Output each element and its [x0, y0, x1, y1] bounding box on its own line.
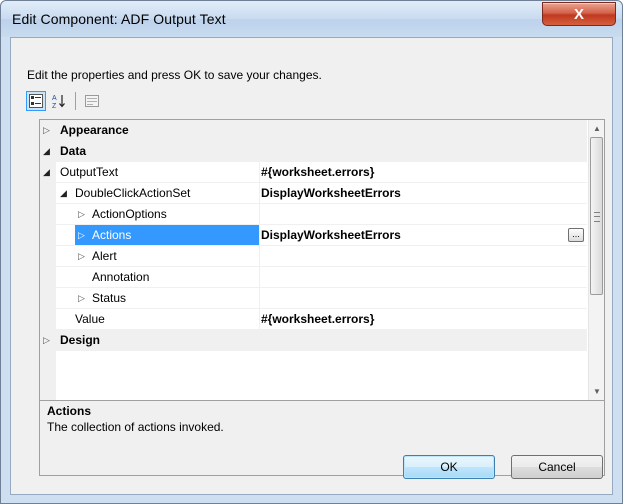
- expanded-icon[interactable]: ◢: [43, 141, 50, 162]
- svg-text:Z: Z: [52, 103, 57, 109]
- property-row[interactable]: Value #{worksheet.errors}: [40, 309, 587, 330]
- category-row[interactable]: ▷ Design: [40, 330, 587, 351]
- expanded-icon[interactable]: ◢: [60, 183, 67, 204]
- property-value[interactable]: DisplayWorksheetErrors: [261, 225, 401, 246]
- property-name: OutputText: [60, 165, 119, 179]
- property-name: Design: [60, 333, 101, 347]
- instruction-text: Edit the properties and press OK to save…: [27, 68, 322, 82]
- categorized-icon: [29, 94, 43, 108]
- help-description: The collection of actions invoked.: [47, 420, 224, 434]
- collapsed-icon[interactable]: ▷: [43, 120, 50, 141]
- title-bar[interactable]: Edit Component: ADF Output Text X: [1, 1, 622, 37]
- property-name: Appearance: [60, 123, 129, 137]
- scroll-up-icon[interactable]: ▲: [589, 120, 604, 137]
- property-row[interactable]: ◢ DoubleClickActionSet DisplayWorksheetErr…: [40, 183, 587, 204]
- property-name: Value: [75, 312, 105, 326]
- category-row[interactable]: ▷ Appearance: [40, 120, 587, 141]
- scroll-down-icon[interactable]: ▼: [589, 383, 604, 400]
- property-row[interactable]: ▷ ActionOptions: [40, 204, 587, 225]
- property-grid: ▷ Appearance ◢ Data ◢ OutputText #{worksheet.e…: [39, 119, 605, 401]
- property-row[interactable]: ▷ Actions DisplayWorksheetErrors...: [40, 225, 587, 246]
- property-value[interactable]: #{worksheet.errors}: [261, 309, 374, 330]
- cancel-button[interactable]: Cancel: [511, 455, 603, 479]
- property-row[interactable]: ◢ OutputText #{worksheet.errors}: [40, 162, 587, 183]
- dialog-client-area: Edit the properties and press OK to save…: [10, 37, 613, 495]
- property-row[interactable]: ▷ Status: [40, 288, 587, 309]
- property-toolbar: A Z: [26, 89, 102, 113]
- column-divider: [259, 288, 260, 309]
- property-name: Alert: [92, 249, 117, 263]
- column-divider: [259, 267, 260, 288]
- collapsed-icon[interactable]: ▷: [78, 246, 85, 267]
- help-title: Actions: [47, 404, 92, 418]
- column-divider: [259, 309, 260, 330]
- dialog-window: Edit Component: ADF Output Text X Edit t…: [0, 0, 623, 504]
- column-divider: [259, 183, 260, 204]
- toolbar-separator: [75, 92, 76, 110]
- expanded-icon[interactable]: ◢: [43, 162, 50, 183]
- property-name: Actions: [92, 228, 132, 242]
- collapsed-icon[interactable]: ▷: [43, 330, 50, 351]
- collapsed-icon[interactable]: ▷: [78, 204, 85, 225]
- property-value[interactable]: #{worksheet.errors}: [261, 162, 374, 183]
- ok-button[interactable]: OK: [403, 455, 495, 479]
- property-value[interactable]: DisplayWorksheetErrors: [261, 183, 401, 204]
- property-name: ActionOptions: [92, 207, 167, 221]
- category-row[interactable]: ◢ Data: [40, 141, 587, 162]
- window-title: Edit Component: ADF Output Text: [12, 11, 226, 27]
- collapsed-icon[interactable]: ▷: [78, 288, 85, 309]
- close-icon: X: [573, 5, 584, 23]
- property-name: DoubleClickActionSet: [75, 186, 191, 200]
- property-name: Annotation: [92, 270, 150, 284]
- column-divider: [259, 225, 260, 246]
- az-sort-icon: A Z: [52, 95, 65, 109]
- property-row[interactable]: ▷ Alert: [40, 246, 587, 267]
- column-divider: [259, 162, 260, 183]
- alphabetical-sort-button[interactable]: A Z: [49, 91, 69, 111]
- close-button[interactable]: X: [542, 2, 616, 26]
- scroll-thumb[interactable]: [590, 137, 603, 295]
- categorized-view-button[interactable]: [26, 91, 46, 111]
- collapsed-icon[interactable]: ▷: [78, 225, 85, 246]
- vertical-scrollbar[interactable]: ▲ ▼: [588, 120, 604, 400]
- property-name: Status: [92, 291, 127, 305]
- property-pages-button[interactable]: [82, 91, 102, 111]
- column-divider: [259, 204, 260, 225]
- ellipsis-button[interactable]: ...: [568, 228, 584, 242]
- property-row[interactable]: Annotation: [40, 267, 587, 288]
- grip-icon: [594, 212, 600, 222]
- column-divider: [259, 246, 260, 267]
- svg-text:A: A: [52, 95, 57, 102]
- property-name: Data: [60, 144, 87, 158]
- property-pages-icon: [85, 95, 99, 107]
